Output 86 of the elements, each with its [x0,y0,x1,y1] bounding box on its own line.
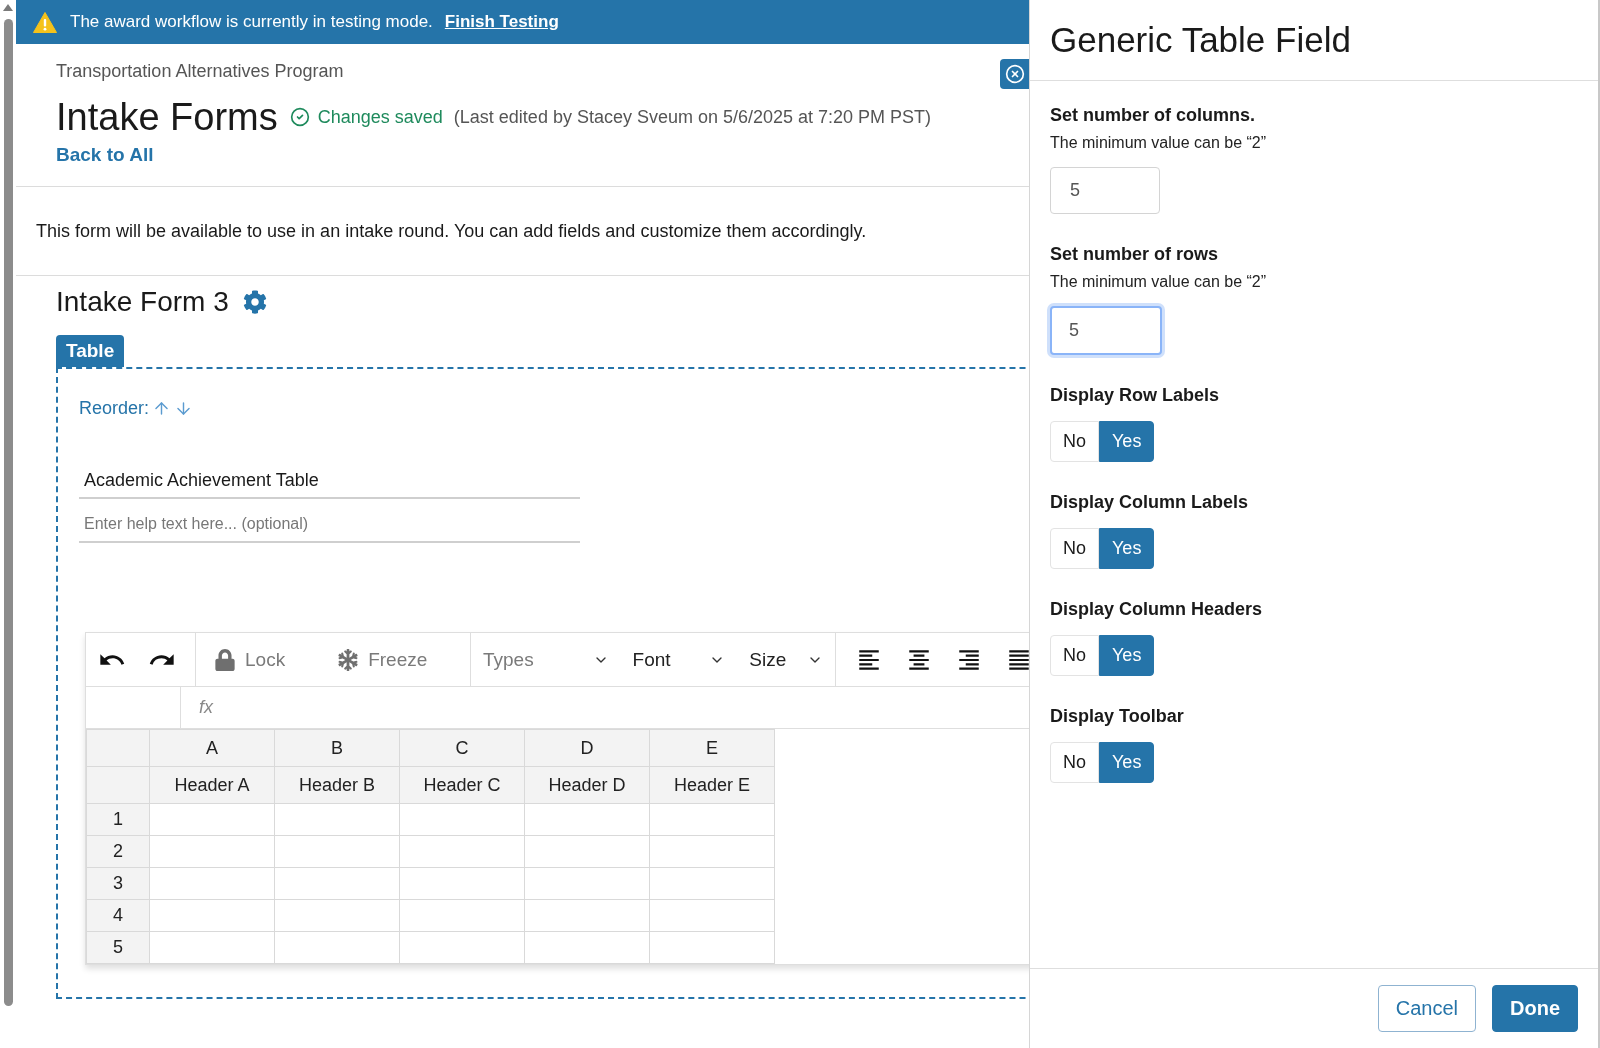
table-cell[interactable] [274,899,400,932]
warning-icon [33,11,57,33]
field-type-tab[interactable]: Table [56,335,125,367]
column-letter[interactable]: D [524,729,650,767]
close-icon [1004,64,1025,84]
setting-label: Display Column Headers [1050,598,1263,620]
toolbar-dropdown[interactable]: Font [620,633,738,686]
toggle-option[interactable]: Yes [1099,421,1155,462]
check-circle-icon [289,107,310,127]
back-link[interactable]: Back to All [56,144,154,166]
setting-label: Display Column Labels [1050,491,1249,513]
primary-button[interactable]: Done [1492,985,1578,1032]
table-cell[interactable] [274,835,400,868]
toggle-option[interactable]: Yes [1099,742,1155,783]
toggle-option[interactable]: Yes [1099,635,1155,676]
number-input[interactable]: 5 [1050,167,1160,214]
column-header[interactable]: Header C [399,766,525,804]
toggle-option[interactable]: No [1050,635,1099,676]
row-number[interactable]: 5 [86,931,150,964]
toggle-option[interactable]: No [1050,421,1099,462]
close-button[interactable] [1000,59,1029,89]
form-title: Intake Form 3 [56,285,229,319]
formula-label: fx [198,697,213,718]
column-letter[interactable]: E [649,729,775,767]
column-letter[interactable]: A [149,729,275,767]
setting-hint: The minimum value can be “2” [1050,133,1267,153]
table-cell[interactable] [274,931,400,964]
table-cell[interactable] [649,803,775,836]
table-cell[interactable] [274,867,400,900]
table-cell[interactable] [649,867,775,900]
panel-title: Generic Table Field [1050,19,1351,61]
setting-label: Display Toolbar [1050,705,1184,727]
snowflake-icon [337,648,360,671]
table-cell[interactable] [149,835,275,868]
finish-testing-link[interactable]: Finish Testing [444,12,559,32]
column-letter[interactable]: B [274,729,400,767]
setting-label: Display Row Labels [1050,384,1220,406]
table-cell[interactable] [274,803,400,836]
scrollbar-thumb[interactable] [3,19,13,1006]
toggle-option[interactable]: Yes [1099,528,1155,569]
table-cell[interactable] [649,931,775,964]
scroll-up-arrow-icon[interactable] [3,4,13,11]
table-cell[interactable] [399,803,525,836]
column-header[interactable]: Header E [649,766,775,804]
field-label-input[interactable]: Academic Achievement Table [79,463,580,499]
table-cell[interactable] [149,803,275,836]
table-cell[interactable] [524,835,650,868]
row-number[interactable]: 1 [86,803,150,836]
reorder-label: Reorder: [79,397,150,419]
save-status: Changes saved [317,106,443,128]
secondary-button[interactable]: Cancel [1377,985,1476,1032]
program-name: Transportation Alternatives Program [56,60,345,82]
column-letter[interactable]: C [399,729,525,767]
table-cell[interactable] [399,835,525,868]
table-cell[interactable] [149,899,275,932]
table-cell[interactable] [649,899,775,932]
setting-label: Set number of columns. [1050,104,1256,126]
toolbar-dropdown[interactable]: Size [737,633,835,686]
number-input[interactable]: 5 [1050,306,1162,355]
toggle-option[interactable]: No [1050,742,1099,783]
row-number[interactable]: 2 [86,835,150,868]
table-cell[interactable] [149,931,275,964]
column-header[interactable]: Header A [149,766,275,804]
table-cell[interactable] [399,867,525,900]
help-text-input[interactable]: Enter help text here... (optional) [79,507,580,543]
page-title: Intake Forms [56,95,278,140]
table-cell[interactable] [524,867,650,900]
setting-label: Set number of rows [1050,243,1219,265]
form-description: This form will be available to use in an intake round. You can add fields and customize them accordingly. [16,187,1029,276]
table-cell[interactable] [399,931,525,964]
table-cell[interactable] [524,931,650,964]
settings-icon[interactable] [242,290,267,314]
row-number[interactable]: 4 [86,899,150,932]
table-cell[interactable] [524,803,650,836]
table-cell[interactable] [149,867,275,900]
table-cell[interactable] [399,899,525,932]
last-edited-note: (Last edited by Stacey Sveum on 5/6/2025 at 7:20 PM PST) [453,106,932,128]
column-header[interactable]: Header D [524,766,650,804]
table-cell[interactable] [524,899,650,932]
column-header[interactable]: Header B [274,766,400,804]
table-cell[interactable] [649,835,775,868]
row-number[interactable]: 3 [86,867,150,900]
setting-hint: The minimum value can be “2” [1050,272,1267,292]
toggle-option[interactable]: No [1050,528,1099,569]
lock-icon [214,648,236,671]
banner-message: The award workflow is currently in testing mode. [70,12,433,32]
